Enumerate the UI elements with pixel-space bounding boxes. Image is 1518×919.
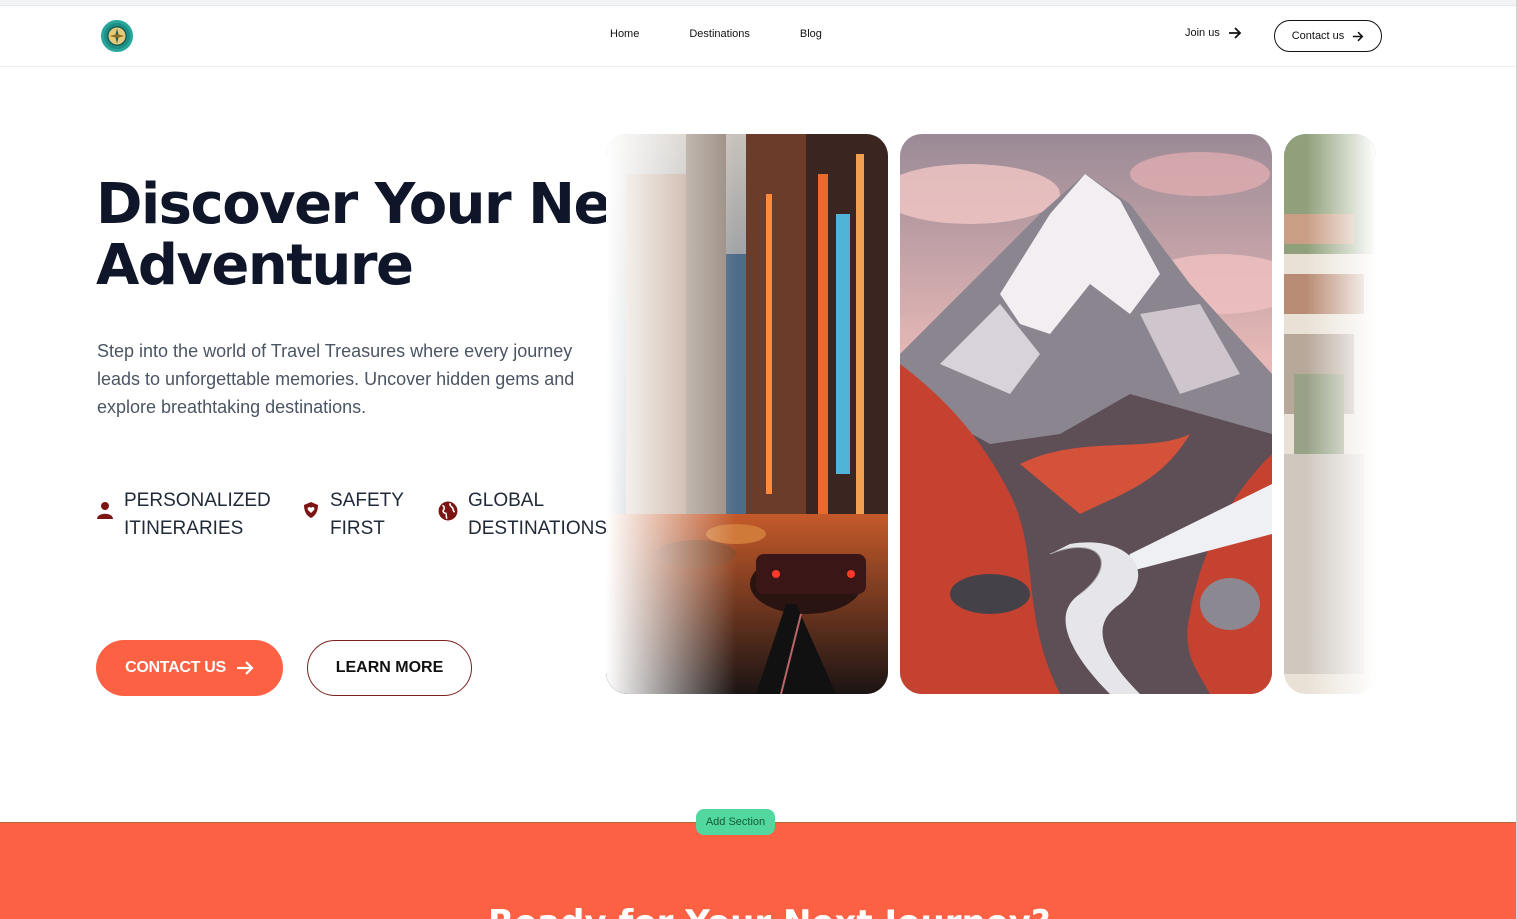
cta-section: Ready for Your Next Journey? <box>0 822 1518 919</box>
city-street-image <box>606 134 888 694</box>
mountain-image <box>900 134 1272 694</box>
arrow-right-icon <box>1228 27 1242 39</box>
globe-icon <box>438 501 458 521</box>
compass-icon[interactable] <box>101 20 133 52</box>
feature-list: PERSONALIZED ITINERARIES SAFETY FIRST GL… <box>96 487 656 543</box>
feature-label: SAFETY FIRST <box>330 490 404 539</box>
cta-title: Ready for Your Next Journey? <box>488 903 1051 919</box>
image-fade <box>606 134 736 694</box>
add-section-button[interactable]: Add Section <box>696 809 775 835</box>
feature-global: GLOBAL DESTINATIONS <box>438 487 628 543</box>
destination-gallery <box>606 134 1376 694</box>
user-icon <box>97 502 113 519</box>
feature-label: GLOBAL DESTINATIONS <box>468 490 607 539</box>
image-fade <box>1306 134 1376 694</box>
nav-destinations[interactable]: Destinations <box>689 28 750 40</box>
join-us-link[interactable]: Join us <box>1185 27 1242 39</box>
contact-us-header-button[interactable]: Contact us <box>1274 20 1382 52</box>
site-header: Home Destinations Blog Join us Contact u… <box>0 6 1518 67</box>
feature-label: PERSONALIZED ITINERARIES <box>124 490 271 539</box>
arrow-right-icon <box>236 661 254 675</box>
village-image <box>1284 134 1376 694</box>
shield-heart-icon <box>304 502 318 518</box>
learn-more-button[interactable]: LEARN MORE <box>307 640 472 696</box>
hero-lead: Step into the world of Travel Treasures … <box>97 341 575 417</box>
contact-us-label: CONTACT US <box>125 659 226 676</box>
arrow-right-icon <box>1353 31 1364 41</box>
nav-home[interactable]: Home <box>610 28 639 40</box>
nav-blog[interactable]: Blog <box>800 28 822 40</box>
join-us-label: Join us <box>1185 27 1220 39</box>
feature-safety: SAFETY FIRST <box>302 487 410 543</box>
contact-us-header-label: Contact us <box>1291 30 1345 42</box>
contact-us-button[interactable]: CONTACT US <box>96 640 283 696</box>
feature-personalized: PERSONALIZED ITINERARIES <box>96 487 274 543</box>
main-nav: Home Destinations Blog <box>610 28 822 40</box>
learn-more-label: LEARN MORE <box>335 659 444 676</box>
